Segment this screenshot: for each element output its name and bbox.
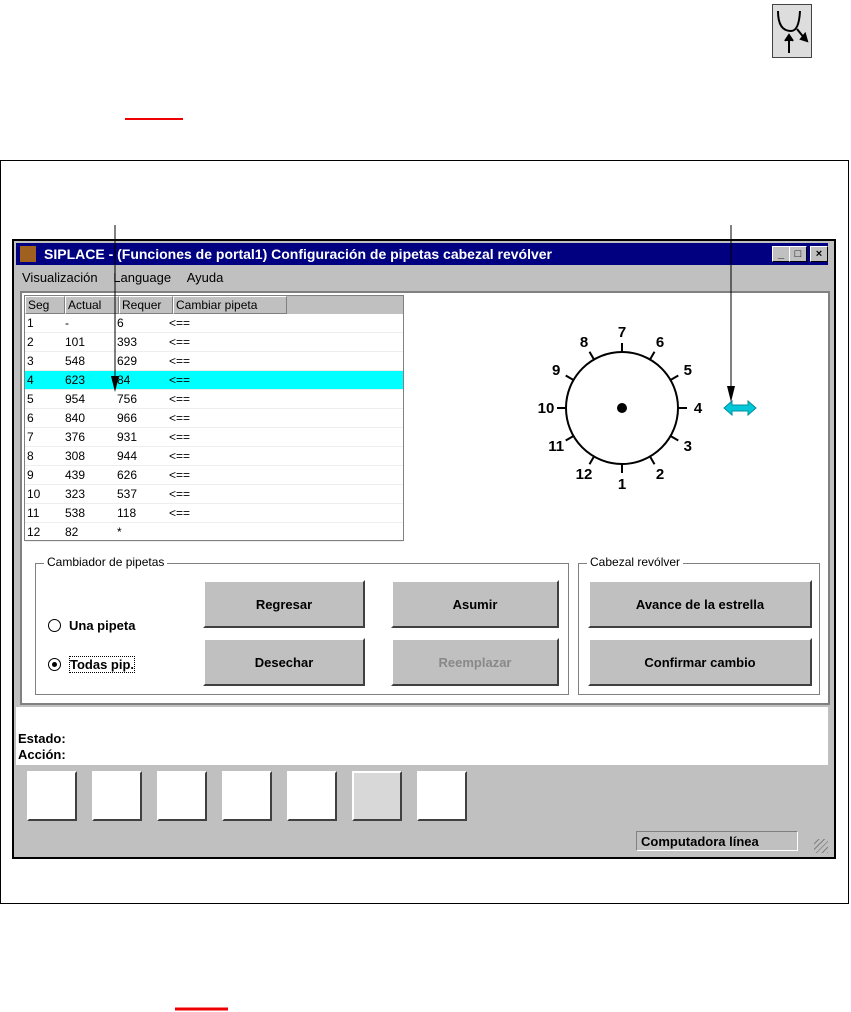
callout-arrows xyxy=(111,225,735,1011)
callout-arrowhead-table xyxy=(111,376,119,392)
callout-arrowhead-dial xyxy=(727,386,735,402)
